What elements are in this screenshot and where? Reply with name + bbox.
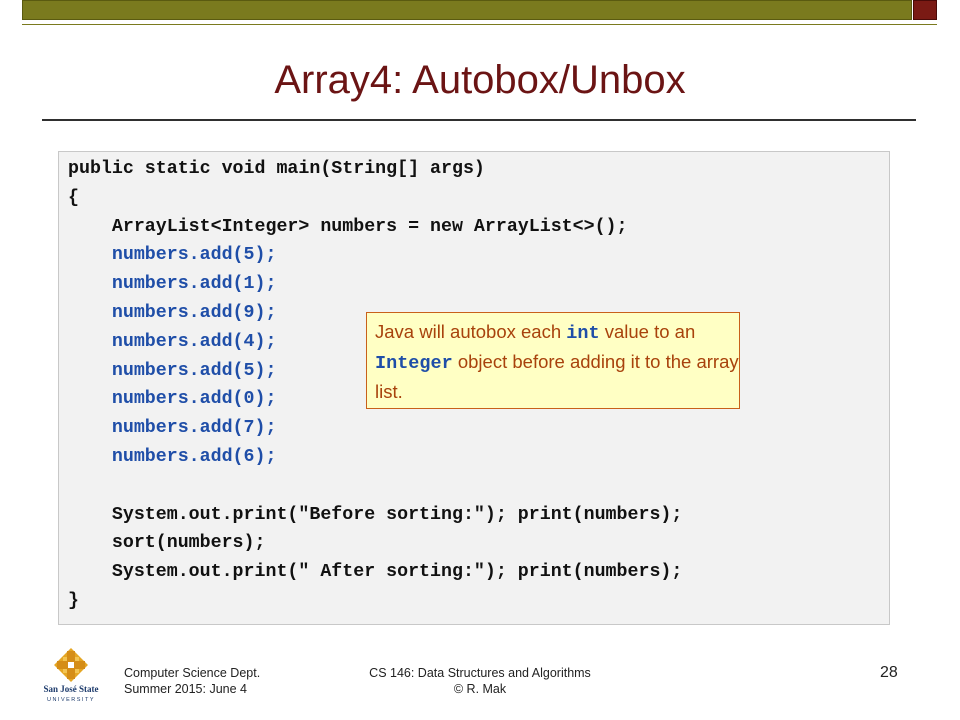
code-line: { [68,187,79,208]
logo-text-2: UNIVERSITY [47,697,95,703]
footer-copyright: © R. Mak [453,682,507,696]
top-decor-square [913,0,937,20]
callout-code-int: int [566,323,600,344]
code-line: numbers.add(6); [68,446,277,467]
top-decor-bar [22,0,912,20]
slide-title: Array4: Autobox/Unbox [274,58,686,102]
code-line: ArrayList<Integer> numbers = new ArrayLi… [68,216,628,237]
code-line: sort(numbers); [68,533,266,554]
page-number: 28 [880,664,898,681]
title-divider [42,119,916,121]
callout-code-integer: Integer [375,353,453,374]
code-line: public static void main(String[] args) [68,159,485,179]
callout-text-2: value to an [599,321,696,342]
callout-text-1: Java will autobox each [375,321,567,342]
code-line: System.out.print(" After sorting:"); pri… [68,562,683,583]
code-line: numbers.add(5); [68,245,277,266]
top-decor-line [22,24,937,25]
autobox-callout: Java will autobox each int value to an I… [366,312,740,409]
code-line: numbers.add(7); [68,418,277,439]
footer-course: CS 146: Data Structures and Algorithms [369,666,591,680]
footer-center: CS 146: Data Structures and Algorithms ©… [0,665,960,697]
code-line: numbers.add(1); [68,274,277,295]
code-line: } [68,590,79,611]
code-line: System.out.print("Before sorting:"); pri… [68,504,683,525]
